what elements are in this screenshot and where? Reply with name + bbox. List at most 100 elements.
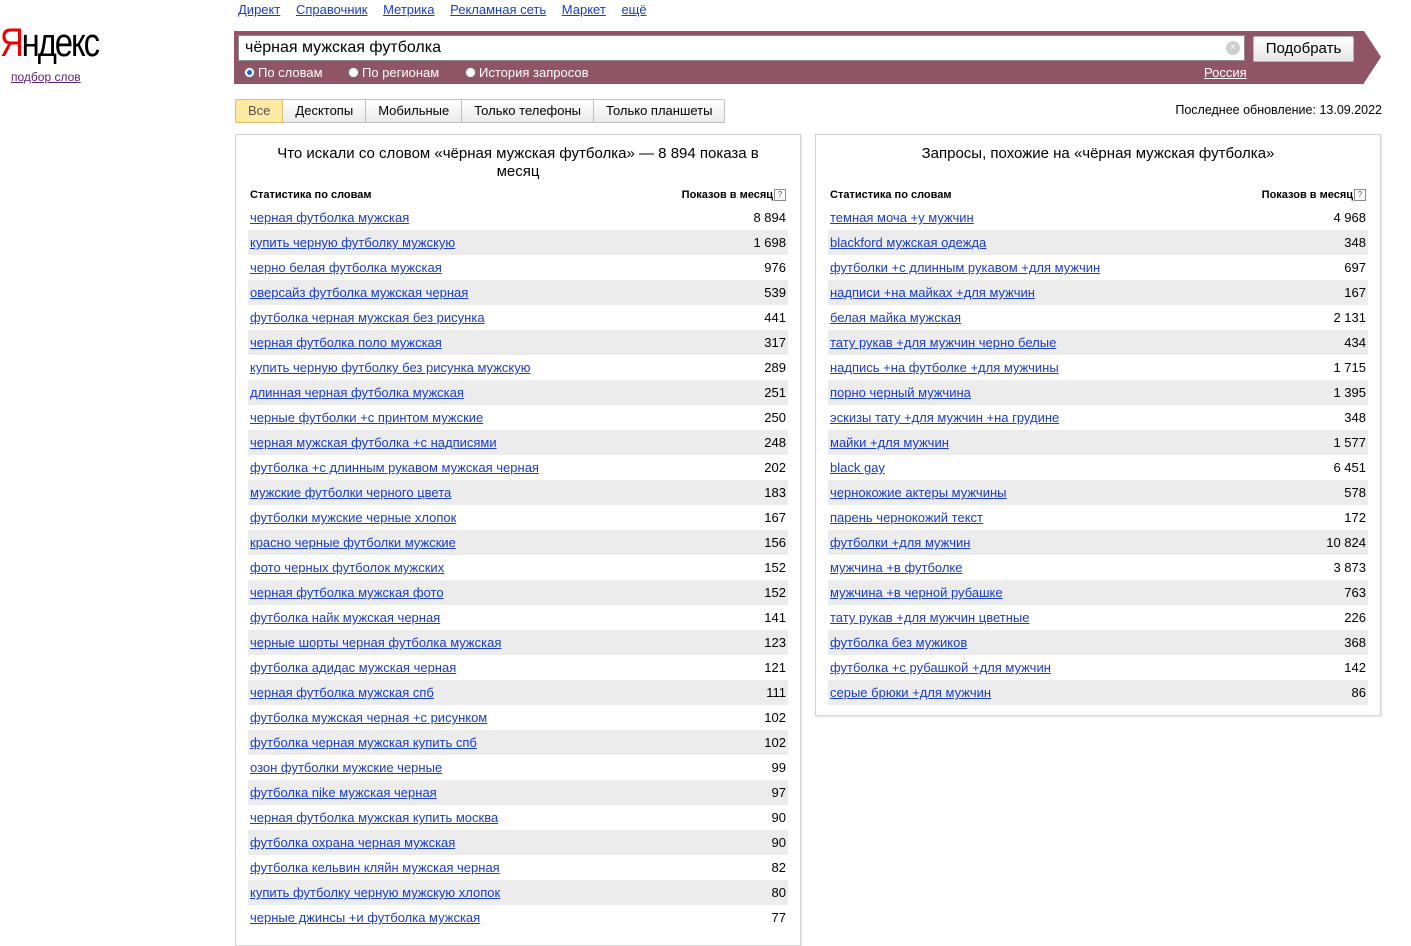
radio-icon[interactable] — [465, 67, 476, 78]
table-row: купить черную футболку мужскую 1 698 — [248, 230, 788, 255]
search-input[interactable]: чёрная мужская футболка — [238, 35, 1245, 61]
keyword-link[interactable]: белая майка мужская — [830, 310, 961, 325]
impressions-count: 82 — [771, 860, 786, 875]
keyword-link[interactable]: черная футболка мужская — [250, 210, 409, 225]
impressions-count: 434 — [1344, 335, 1366, 350]
keyword-link[interactable]: порно черный мужчина — [830, 385, 971, 400]
keyword-link[interactable]: футболки +с длинным рукавом +для мужчин — [830, 260, 1100, 275]
table-row: надписи +на майках +для мужчин 167 — [828, 280, 1368, 305]
table-row: черная мужская футболка +с надписями 248 — [248, 430, 788, 455]
keyword-link[interactable]: черно белая футболка мужская — [250, 260, 442, 275]
keyword-link[interactable]: чернокожие актеры мужчины — [830, 485, 1006, 500]
impressions-count: 348 — [1344, 410, 1366, 425]
keyword-link[interactable]: темная моча +у мужчин — [830, 210, 974, 225]
impressions-count: 317 — [764, 335, 786, 350]
search-bar-arrow — [1364, 31, 1381, 83]
keyword-link[interactable]: длинная черная футболка мужская — [250, 385, 464, 400]
keyword-link[interactable]: черные джинсы +и футболка мужская — [250, 910, 480, 925]
tab-tablets[interactable]: Только планшеты — [594, 99, 726, 123]
nav-ad-network[interactable]: Рекламная сеть — [450, 2, 546, 17]
radio-icon[interactable] — [244, 67, 255, 78]
keyword-link[interactable]: оверсайз футболка мужская черная — [250, 285, 468, 300]
region-link[interactable]: Россия — [1204, 65, 1247, 80]
keyword-link[interactable]: футболка адидас мужская черная — [250, 660, 456, 675]
table-row: красно черные футболки мужские 156 — [248, 530, 788, 555]
table-row: эскизы тату +для мужчин +на грудине 348 — [828, 405, 1368, 430]
keyword-link[interactable]: черные футболки +с принтом мужские — [250, 410, 483, 425]
keyword-link[interactable]: black gay — [830, 460, 885, 475]
keyword-link[interactable]: футболка найк мужская черная — [250, 610, 440, 625]
keyword-link[interactable]: черная футболка мужская купить москва — [250, 810, 498, 825]
nav-more[interactable]: ещё — [621, 2, 646, 17]
keyword-link[interactable]: мужчина +в черной рубашке — [830, 585, 1003, 600]
table-row: серые брюки +для мужчин 86 — [828, 680, 1368, 705]
panel-header: Статистика по словам Показов в месяц? — [830, 189, 1366, 203]
panel-title: Что искали со словом «чёрная мужская фут… — [277, 145, 759, 180]
tab-mobile[interactable]: Мобильные — [366, 99, 463, 123]
keyword-link[interactable]: футболка черная мужская купить спб — [250, 735, 477, 750]
keyword-link[interactable]: черная футболка поло мужская — [250, 335, 442, 350]
impressions-count: 77 — [771, 910, 786, 925]
yandex-logo[interactable]: Яндекс подбор слов — [0, 20, 105, 84]
keyword-link[interactable]: купить футболку черную мужскую хлопок — [250, 885, 500, 900]
keyword-link[interactable]: надписи +на майках +для мужчин — [830, 285, 1035, 300]
keyword-link[interactable]: футболка +с длинным рукавом мужская черн… — [250, 460, 539, 475]
impressions-count: 441 — [764, 310, 786, 325]
keyword-link[interactable]: эскизы тату +для мужчин +на грудине — [830, 410, 1059, 425]
keyword-link[interactable]: футболка мужская черная +с рисунком — [250, 710, 487, 725]
keyword-link[interactable]: футболка кельвин кляйн мужская черная — [250, 860, 500, 875]
table-row: чернокожие актеры мужчины 578 — [828, 480, 1368, 505]
nav-direct[interactable]: Директ — [238, 2, 280, 17]
keyword-link[interactable]: красно черные футболки мужские — [250, 535, 456, 550]
tab-all[interactable]: Все — [235, 99, 284, 123]
keyword-link[interactable]: серые брюки +для мужчин — [830, 685, 991, 700]
mode-history[interactable]: История запросов — [465, 65, 589, 80]
table-row: озон футболки мужские черные 99 — [248, 755, 788, 780]
keyword-link[interactable]: мужчина +в футболке — [830, 560, 963, 575]
keyword-link[interactable]: черная мужская футболка +с надписями — [250, 435, 497, 450]
keyword-link[interactable]: футболки мужские черные хлопок — [250, 510, 456, 525]
nav-metrika[interactable]: Метрика — [383, 2, 434, 17]
table-row: черная футболка мужская фото 152 — [248, 580, 788, 605]
keyword-link[interactable]: фото черных футболок мужских — [250, 560, 444, 575]
nav-help[interactable]: Справочник — [296, 2, 368, 17]
keyword-link[interactable]: надпись +на футболке +для мужчины — [830, 360, 1059, 375]
impressions-count: 1 715 — [1333, 360, 1366, 375]
keyword-link[interactable]: черные шорты черная футболка мужская — [250, 635, 501, 650]
keyword-link[interactable]: футболка без мужиков — [830, 635, 967, 650]
keyword-link[interactable]: парень чернокожий текст — [830, 510, 983, 525]
wordstat-link[interactable]: подбор слов — [11, 70, 81, 84]
keyword-link[interactable]: тату рукав +для мужчин черно белые — [830, 335, 1056, 350]
keyword-link[interactable]: футболка nike мужская черная — [250, 785, 437, 800]
keyword-link[interactable]: blackford мужская одежда — [830, 235, 986, 250]
tab-phones[interactable]: Только телефоны — [462, 99, 595, 123]
keyword-link[interactable]: футболка охрана черная мужская — [250, 835, 455, 850]
keyword-link[interactable]: мужские футболки черного цвета — [250, 485, 451, 500]
mode-by-regions[interactable]: По регионам — [348, 65, 439, 80]
keyword-link[interactable]: черная футболка мужская фото — [250, 585, 444, 600]
search-button[interactable]: Подобрать — [1253, 36, 1354, 62]
keyword-link[interactable]: озон футболки мужские черные — [250, 760, 442, 775]
tab-desktops[interactable]: Десктопы — [283, 99, 367, 123]
keyword-link[interactable]: черная футболка мужская спб — [250, 685, 434, 700]
clear-icon[interactable]: × — [1226, 41, 1240, 55]
left-panel: Что искали со словом «чёрная мужская фут… — [235, 134, 801, 946]
keyword-link[interactable]: купить черную футболку мужскую — [250, 235, 455, 250]
table-row: футболка мужская черная +с рисунком 102 — [248, 705, 788, 730]
keyword-link[interactable]: футболка черная мужская без рисунка — [250, 310, 485, 325]
keyword-link[interactable]: футболка +с рубашкой +для мужчин — [830, 660, 1051, 675]
radio-icon[interactable] — [348, 67, 359, 78]
help-icon[interactable]: ? — [1354, 189, 1366, 201]
keyword-link[interactable]: футболки +для мужчин — [830, 535, 970, 550]
keyword-link[interactable]: купить черную футболку без рисунка мужск… — [250, 360, 530, 375]
table-row: темная моча +у мужчин 4 968 — [828, 205, 1368, 230]
mode-by-words[interactable]: По словам — [244, 65, 323, 80]
impressions-count: 976 — [764, 260, 786, 275]
impressions-count: 10 824 — [1326, 535, 1366, 550]
table-row: черная футболка поло мужская 317 — [248, 330, 788, 355]
keyword-link[interactable]: майки +для мужчин — [830, 435, 949, 450]
impressions-count: 90 — [771, 835, 786, 850]
nav-market[interactable]: Маркет — [562, 2, 606, 17]
help-icon[interactable]: ? — [774, 189, 786, 201]
keyword-link[interactable]: тату рукав +для мужчин цветные — [830, 610, 1030, 625]
